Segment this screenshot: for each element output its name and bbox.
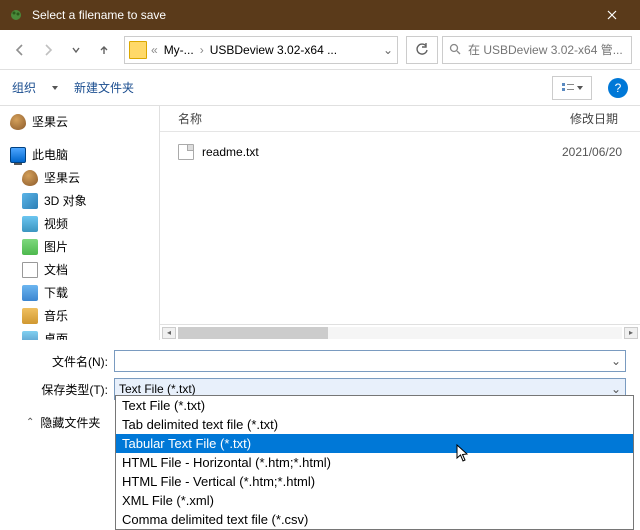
tree-item[interactable]: 音乐 (8, 304, 151, 327)
chevron-down-icon[interactable]: ⌄ (611, 382, 621, 396)
view-options-button[interactable] (552, 76, 592, 100)
column-name[interactable]: 名称 (178, 110, 570, 127)
crumb-segment[interactable]: My-... (162, 43, 196, 57)
folder-icon (129, 41, 147, 59)
scroll-track[interactable] (178, 327, 622, 339)
hide-folders-label: 隐藏文件夹 (40, 414, 100, 431)
dl-icon (22, 285, 38, 301)
tree-item-label: 桌面 (44, 330, 68, 340)
doc-icon (22, 262, 38, 278)
pc-icon (10, 147, 26, 163)
app-icon (8, 7, 24, 23)
filename-input[interactable] (119, 354, 611, 369)
dropdown-option[interactable]: XML File (*.xml) (116, 491, 633, 510)
tree-item-label: 音乐 (44, 307, 68, 324)
chevron-down-icon (52, 85, 58, 91)
file-name: readme.txt (202, 145, 554, 159)
new-folder-button[interactable]: 新建文件夹 (74, 79, 134, 96)
search-input[interactable] (468, 43, 625, 57)
tree-pane: 坚果云此电脑坚果云3D 对象视频图片文档下载音乐桌面 (0, 106, 160, 340)
mus-icon (22, 308, 38, 324)
horizontal-scrollbar[interactable]: ◂ ▸ (160, 324, 640, 340)
file-date: 2021/06/20 (562, 145, 632, 159)
tree-item-label: 坚果云 (44, 169, 80, 186)
help-button[interactable]: ? (608, 78, 628, 98)
crumb-segment[interactable]: USBDeview 3.02-x64 ... (208, 43, 339, 57)
nut-icon (22, 170, 38, 186)
scroll-left-button[interactable]: ◂ (162, 327, 176, 339)
refresh-button[interactable] (406, 36, 438, 64)
dropdown-option[interactable]: HTML File - Vertical (*.htm;*.html) (116, 472, 633, 491)
filename-combo[interactable]: ⌄ (114, 350, 626, 372)
tree-item[interactable]: 文档 (8, 258, 151, 281)
back-button[interactable] (8, 38, 32, 62)
tree-item-label: 图片 (44, 238, 68, 255)
dropdown-option[interactable]: Comma delimited text file (*.csv) (116, 510, 633, 529)
tree-item[interactable]: 坚果云 (8, 166, 151, 189)
tree-item-label: 3D 对象 (44, 192, 87, 209)
dropdown-option[interactable]: Tab delimited text file (*.txt) (116, 415, 633, 434)
filetype-value: Text File (*.txt) (119, 382, 196, 396)
search-box[interactable] (442, 36, 632, 64)
tree-item[interactable]: 3D 对象 (8, 189, 151, 212)
search-icon (449, 43, 462, 56)
pic-icon (22, 239, 38, 255)
toolbar: 组织 新建文件夹 ? (0, 70, 640, 106)
tree-item[interactable]: 下载 (8, 281, 151, 304)
organize-menu[interactable]: 组织 (12, 79, 36, 96)
file-pane: 名称 修改日期 readme.txt 2021/06/20 ◂ ▸ (160, 106, 640, 340)
forward-button[interactable] (36, 38, 60, 62)
crumb-sep: « (151, 43, 158, 57)
tree-item-label: 文档 (44, 261, 68, 278)
window-title: Select a filename to save (32, 8, 592, 22)
nut-icon (10, 114, 26, 130)
tree-item-label: 下载 (44, 284, 68, 301)
dropdown-option[interactable]: Text File (*.txt) (116, 396, 633, 415)
column-date[interactable]: 修改日期 (570, 110, 640, 127)
chevron-right-icon: › (200, 43, 204, 57)
breadcrumb[interactable]: « My-... › USBDeview 3.02-x64 ... ⌄ (124, 36, 398, 64)
cube-icon (22, 193, 38, 209)
tree-item-label: 视频 (44, 215, 68, 232)
scroll-right-button[interactable]: ▸ (624, 327, 638, 339)
tree-item-label: 坚果云 (32, 113, 68, 130)
file-header: 名称 修改日期 (160, 106, 640, 132)
file-icon (178, 144, 194, 160)
dropdown-option[interactable]: HTML File - Horizontal (*.htm;*.html) (116, 453, 633, 472)
close-button[interactable] (592, 0, 632, 30)
file-row[interactable]: readme.txt 2021/06/20 (178, 140, 632, 164)
filename-label: 文件名(N): (14, 353, 114, 370)
chevron-down-icon[interactable]: ⌄ (383, 43, 393, 57)
desk-icon (22, 331, 38, 341)
up-button[interactable] (92, 38, 116, 62)
scroll-thumb[interactable] (178, 327, 328, 339)
chevron-up-icon: ⌃ (26, 417, 34, 428)
tree-item[interactable]: 视频 (8, 212, 151, 235)
nav-bar: « My-... › USBDeview 3.02-x64 ... ⌄ (0, 30, 640, 70)
filetype-dropdown[interactable]: Text File (*.txt)Tab delimited text file… (115, 395, 634, 530)
dropdown-option[interactable]: Tabular Text File (*.txt) (116, 434, 633, 453)
recent-dropdown[interactable] (64, 38, 88, 62)
hide-folders-toggle[interactable]: ⌃ 隐藏文件夹 (14, 406, 114, 431)
tree-item[interactable]: 图片 (8, 235, 151, 258)
titlebar: Select a filename to save (0, 0, 640, 30)
tree-item-label: 此电脑 (32, 146, 68, 163)
main-area: 坚果云此电脑坚果云3D 对象视频图片文档下载音乐桌面 名称 修改日期 readm… (0, 106, 640, 340)
chevron-down-icon[interactable]: ⌄ (611, 354, 621, 368)
vid-icon (22, 216, 38, 232)
file-list: readme.txt 2021/06/20 (160, 132, 640, 324)
filetype-label: 保存类型(T): (14, 381, 114, 398)
tree-item[interactable]: 坚果云 (8, 110, 151, 133)
tree-item[interactable]: 桌面 (8, 327, 151, 340)
tree-item[interactable]: 此电脑 (8, 143, 151, 166)
